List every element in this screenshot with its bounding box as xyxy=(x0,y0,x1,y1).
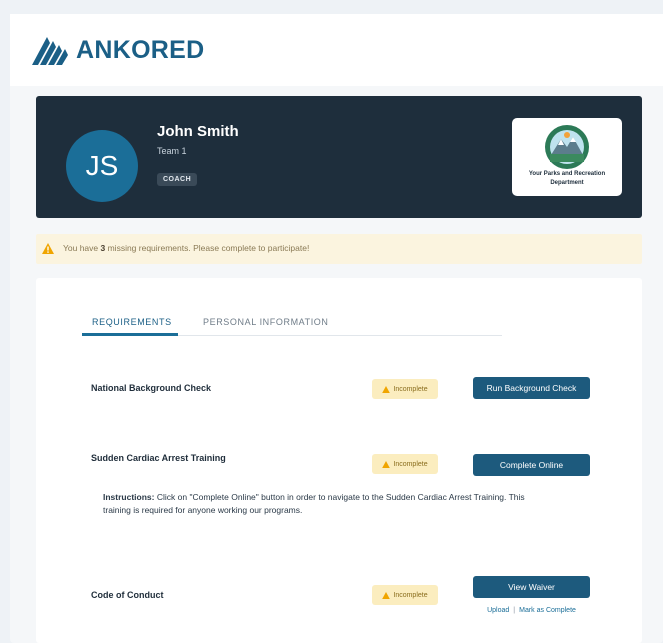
status-badge: Incomplete xyxy=(372,379,438,399)
active-tab-indicator xyxy=(82,333,178,336)
requirement-name-code-of-conduct: Code of Conduct xyxy=(91,590,164,600)
upload-link[interactable]: Upload xyxy=(487,607,509,614)
ankored-logo-icon xyxy=(32,36,68,65)
missing-requirements-alert: You have 3 missing requirements. Please … xyxy=(36,234,642,264)
complete-online-button[interactable]: Complete Online xyxy=(473,454,590,476)
user-team: Team 1 xyxy=(157,146,187,156)
requirement-name-background-check: National Background Check xyxy=(91,383,212,393)
organization-name: Your Parks and Recreation Department xyxy=(528,171,606,186)
warning-icon xyxy=(382,385,391,393)
requirement-name-cardiac-training: Sudden Cardiac Arrest Training xyxy=(91,453,226,463)
warning-icon xyxy=(382,591,391,599)
status-badge: Incomplete xyxy=(372,454,438,474)
tab-personal-information[interactable]: PERSONAL INFORMATION xyxy=(203,317,329,327)
tab-requirements[interactable]: REQUIREMENTS xyxy=(92,317,172,327)
organization-card: Your Parks and Recreation Department xyxy=(512,118,622,196)
avatar: JS xyxy=(66,130,138,202)
org-seal-icon xyxy=(545,125,589,169)
warning-icon xyxy=(42,243,54,254)
code-of-conduct-links: Upload | Mark as Complete xyxy=(473,607,590,614)
mark-as-complete-link[interactable]: Mark as Complete xyxy=(519,607,576,614)
alert-message: You have 3 missing requirements. Please … xyxy=(63,243,310,253)
instructions-text: Instructions: Click on "Complete Online"… xyxy=(103,492,525,515)
requirements-card: REQUIREMENTS PERSONAL INFORMATION Nation… xyxy=(36,278,642,643)
role-badge: COACH xyxy=(157,173,198,186)
user-name: John Smith xyxy=(157,123,239,140)
status-badge: Incomplete xyxy=(372,585,438,605)
run-background-check-button[interactable]: Run Background Check xyxy=(473,377,590,399)
warning-icon xyxy=(382,460,391,468)
ankored-logo[interactable]: ANKORED xyxy=(32,36,205,65)
brand-name: ANKORED xyxy=(76,36,205,64)
view-waiver-button[interactable]: View Waiver xyxy=(473,576,590,598)
link-separator: | xyxy=(513,607,516,614)
profile-header: JS John Smith Team 1 COACH Your Parks an… xyxy=(36,96,642,218)
